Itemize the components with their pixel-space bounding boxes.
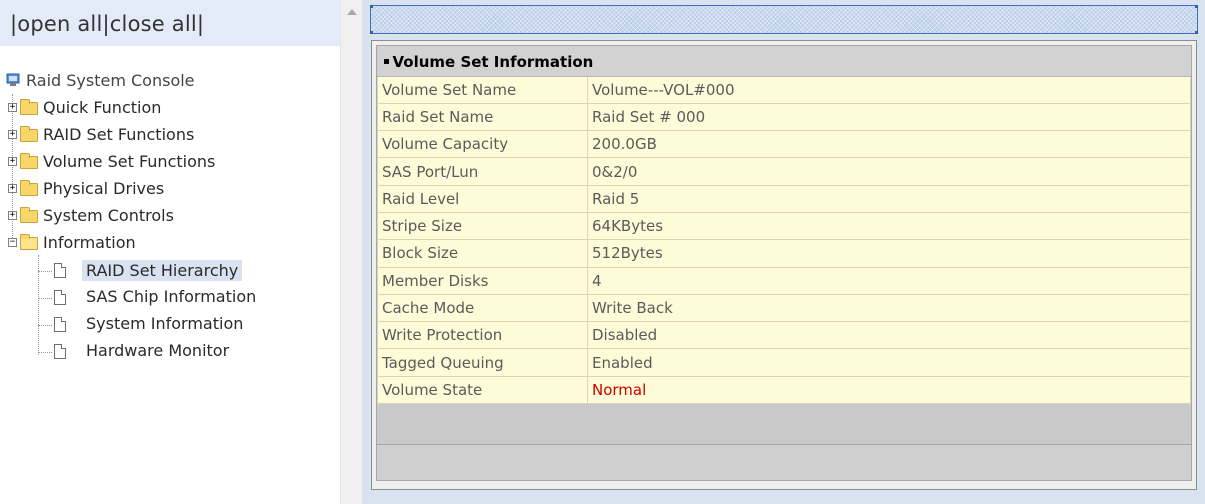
row-value: 0&2/0 [587, 157, 1191, 186]
computer-icon [6, 73, 20, 86]
table-row: Stripe Size 64KBytes [377, 211, 1191, 241]
page-icon [54, 290, 66, 305]
row-label: SAS Port/Lun [377, 157, 588, 186]
content-frame: Volume Set Information Volume Set Name Vo… [362, 0, 1205, 504]
row-value: Volume---VOL#000 [587, 75, 1191, 104]
table-row: Tagged Queuing Enabled [377, 348, 1191, 377]
table-row: Cache Mode Write Back [377, 293, 1191, 323]
strip-corner [1195, 5, 1198, 8]
tree-connector [38, 352, 52, 353]
header-strip [370, 5, 1198, 34]
table-row: Write Protection Disabled [377, 321, 1191, 350]
section-header: Volume Set Information [377, 46, 1191, 77]
row-value: 64KBytes [587, 211, 1191, 241]
row-value: Raid 5 [587, 184, 1191, 213]
tree-folder-label: System Controls [43, 206, 174, 225]
strip-corner [370, 5, 373, 8]
folder-icon [20, 126, 38, 142]
scroll-up-arrow-icon[interactable] [347, 9, 357, 15]
collapse-icon[interactable]: − [8, 238, 17, 247]
row-value: Enabled [587, 348, 1191, 377]
volume-state-status: Normal [587, 375, 1191, 405]
row-value: 512Bytes [587, 239, 1191, 268]
folder-icon [20, 180, 38, 196]
row-value: 200.0GB [587, 130, 1191, 159]
page-icon [54, 263, 66, 278]
tree-folder-label: Information [43, 233, 136, 252]
row-label: Raid Level [377, 184, 588, 213]
row-label: Volume State [377, 375, 588, 405]
folder-icon [20, 99, 38, 115]
expand-icon[interactable]: + [8, 157, 17, 166]
open-close-bar: |open all|close all| [0, 0, 340, 46]
tree-connector [12, 94, 13, 244]
row-label: Member Disks [377, 266, 588, 295]
volume-set-panel: Volume Set Information Volume Set Name Vo… [371, 40, 1197, 490]
strip-corner [370, 31, 373, 34]
tree-connector [38, 298, 52, 299]
tree-connector [38, 271, 52, 272]
panel-footer [376, 445, 1192, 481]
row-label: Stripe Size [377, 211, 588, 241]
tree-item-label: RAID Set Hierarchy [82, 260, 243, 281]
page-icon [54, 344, 66, 359]
table-row: SAS Port/Lun 0&2/0 [377, 157, 1191, 186]
open-folder-icon [20, 234, 38, 250]
tree-item-label: SAS Chip Information [86, 287, 257, 306]
row-label: Write Protection [377, 321, 588, 350]
volume-set-information-table: Volume Set Information Volume Set Name Vo… [377, 46, 1191, 405]
navigation-frame: |open all|close all| Raid System Console… [0, 0, 340, 504]
row-value: 4 [587, 266, 1191, 295]
table-row: Member Disks 4 [377, 266, 1191, 295]
folder-icon [20, 153, 38, 169]
row-value: Write Back [587, 293, 1191, 323]
tree-folder-label: Quick Function [43, 98, 162, 117]
expand-icon[interactable]: + [8, 211, 17, 220]
tree-item-label: System Information [86, 314, 244, 333]
open-close-links: |open all|close all| [10, 12, 205, 36]
close-all-link[interactable]: close all [110, 12, 197, 36]
table-row: Block Size 512Bytes [377, 239, 1191, 268]
row-label: Raid Set Name [377, 102, 588, 132]
tree-folder-label: Physical Drives [43, 179, 165, 198]
row-label: Block Size [377, 239, 588, 268]
table-row: Raid Level Raid 5 [377, 184, 1191, 213]
tree-folder-label: RAID Set Functions [43, 125, 195, 144]
left-frame-scrollbar[interactable] [340, 0, 362, 504]
tree-connector [38, 325, 52, 326]
table-row: Volume Set Name Volume---VOL#000 [377, 75, 1191, 104]
table-row: Raid Set Name Raid Set # 000 [377, 102, 1191, 132]
table-row: Volume State Normal [377, 375, 1191, 405]
bullet-icon [383, 59, 389, 65]
row-label: Tagged Queuing [377, 348, 588, 377]
row-value: Disabled [587, 321, 1191, 350]
expand-icon[interactable]: + [8, 130, 17, 139]
expand-icon[interactable]: + [8, 184, 17, 193]
table-row: Volume Capacity 200.0GB [377, 130, 1191, 159]
page-icon [54, 317, 66, 332]
tree-connector [38, 255, 39, 355]
open-all-link[interactable]: open all [17, 12, 102, 36]
section-title: Volume Set Information [392, 53, 594, 72]
row-value: Raid Set # 000 [587, 102, 1191, 132]
row-label: Cache Mode [377, 293, 588, 323]
strip-corner [1195, 31, 1198, 34]
row-label: Volume Capacity [377, 130, 588, 159]
tree-folder-label: Volume Set Functions [43, 152, 216, 171]
tree-item-label: Hardware Monitor [86, 341, 230, 360]
expand-icon[interactable]: + [8, 103, 17, 112]
folder-icon [20, 207, 38, 223]
row-label: Volume Set Name [377, 75, 588, 104]
tree-root-label: Raid System Console [26, 71, 195, 90]
volume-set-table-container: Volume Set Information Volume Set Name Vo… [376, 45, 1192, 445]
